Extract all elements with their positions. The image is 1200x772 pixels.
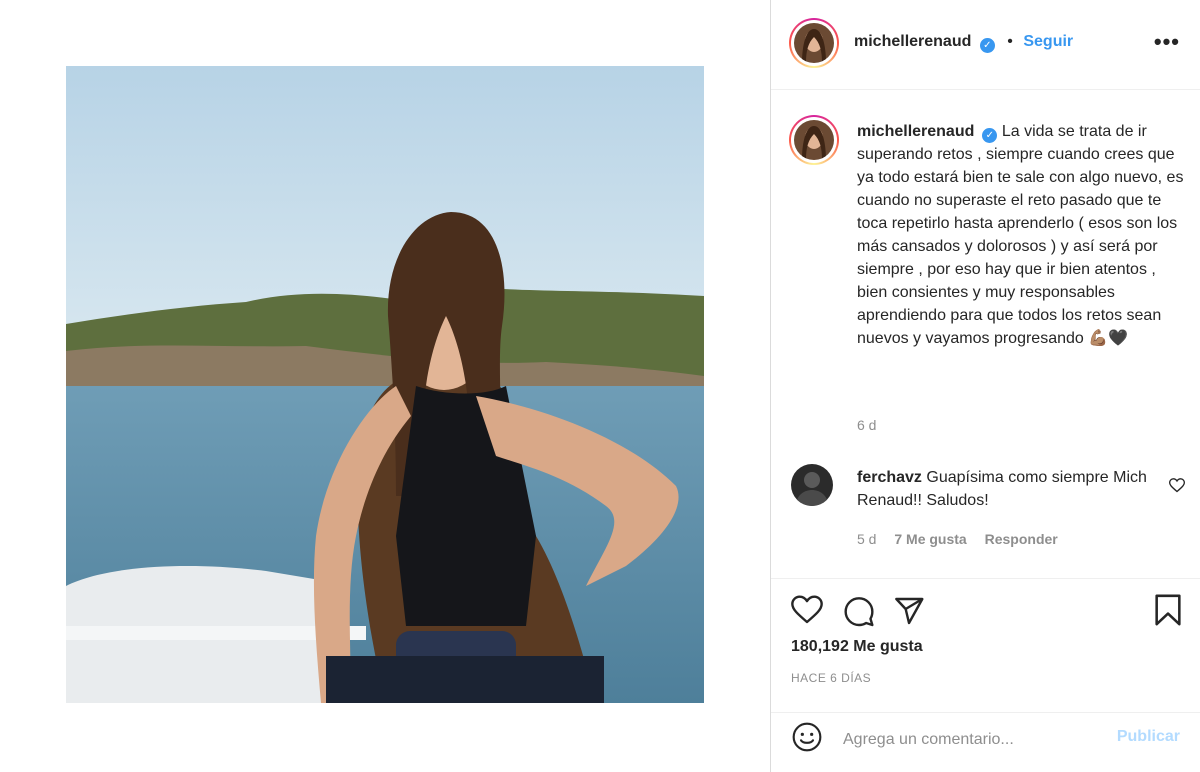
- comment-bubble-glyph: [844, 597, 874, 627]
- small-heart-icon[interactable]: [1168, 478, 1186, 498]
- header-separator: •: [1007, 33, 1013, 50]
- comment-bubble-icon[interactable]: [843, 595, 875, 632]
- paper-plane-icon[interactable]: [893, 595, 925, 632]
- caption-verified-badge-icon: ✓: [982, 128, 998, 143]
- post-header: michellerenaud ✓ • Seguir •••: [771, 0, 1200, 90]
- author-avatar[interactable]: [789, 18, 839, 68]
- comment-composer: Publicar: [771, 712, 1200, 772]
- comment-meta: 5 d 7 Me gusta Responder: [857, 531, 1072, 547]
- heart-glyph: [791, 595, 823, 624]
- caption-text: michellerenaud ✓ La vida se trata de ir s…: [857, 120, 1189, 350]
- caption-avatar-image: [794, 120, 834, 160]
- commenter-avatar-image: [791, 464, 833, 506]
- small-heart-glyph: [1168, 478, 1186, 493]
- comment-username[interactable]: ferchavz: [857, 469, 922, 486]
- comment-time[interactable]: 5 d: [857, 531, 876, 547]
- caption-username[interactable]: michellerenaud: [857, 123, 974, 140]
- post-details-panel: michellerenaud ✓ • Seguir ••• michellere…: [771, 0, 1200, 772]
- caption-body: La vida se trata de ir superando retos ,…: [857, 123, 1184, 347]
- smiley-icon[interactable]: [791, 721, 823, 758]
- header-author-line: michellerenaud ✓ • Seguir: [854, 33, 1073, 53]
- smiley-glyph: [792, 722, 822, 752]
- post-date[interactable]: HACE 6 DÍAS: [791, 671, 871, 685]
- caption-emoji: 💪🏽🖤: [1088, 330, 1129, 347]
- caption-avatar[interactable]: [789, 115, 839, 165]
- reply-button[interactable]: Responder: [985, 531, 1058, 547]
- header-username[interactable]: michellerenaud: [854, 33, 971, 50]
- paper-plane-glyph: [895, 597, 924, 625]
- verified-badge-icon: ✓: [979, 38, 995, 53]
- heart-icon[interactable]: [791, 595, 823, 630]
- comment-text: ferchavz Guapísima como siempre Mich Ren…: [857, 466, 1167, 512]
- comment-input[interactable]: [843, 725, 1103, 755]
- caption-time[interactable]: 6 d: [857, 417, 876, 433]
- post-photo[interactable]: [66, 66, 704, 703]
- bookmark-icon[interactable]: [1153, 593, 1183, 632]
- bookmark-glyph: [1155, 594, 1181, 626]
- post-photo-illustration: [66, 66, 704, 703]
- comment-likes[interactable]: 7 Me gusta: [894, 531, 966, 547]
- avatar-image: [794, 23, 834, 63]
- publish-button[interactable]: Publicar: [1117, 728, 1180, 746]
- follow-button[interactable]: Seguir: [1023, 33, 1073, 50]
- likes-count[interactable]: 180,192 Me gusta: [791, 638, 923, 656]
- commenter-avatar[interactable]: [791, 464, 833, 506]
- photo-pane: [0, 0, 770, 772]
- more-options-icon[interactable]: •••: [1154, 31, 1180, 53]
